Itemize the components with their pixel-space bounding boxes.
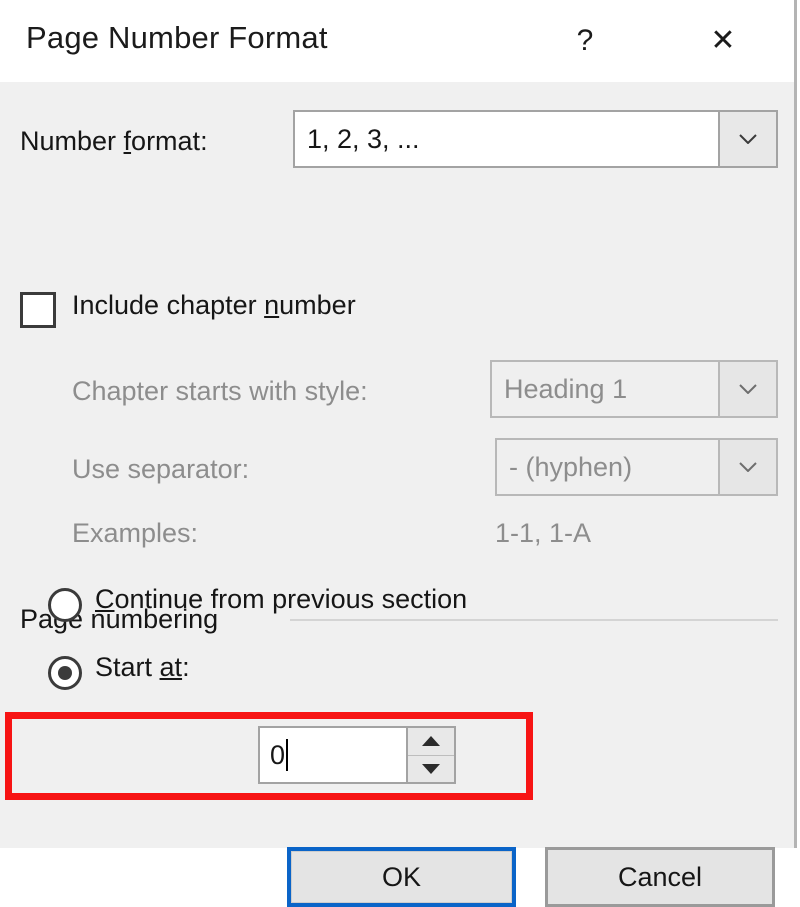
- start-at-radio[interactable]: [48, 656, 82, 690]
- continue-from-previous-section-radio[interactable]: [48, 588, 82, 622]
- chapter-starts-with-style-combobox[interactable]: Heading 1: [490, 360, 778, 418]
- start-at-input[interactable]: 0: [260, 728, 406, 782]
- number-format-combobox[interactable]: 1, 2, 3, ...: [293, 110, 778, 168]
- number-format-value: 1, 2, 3, ...: [307, 123, 420, 154]
- text-caret: [286, 739, 289, 771]
- ok-button[interactable]: OK: [287, 847, 516, 907]
- close-icon[interactable]: ✕: [700, 18, 746, 64]
- spinner-up-button[interactable]: [408, 728, 454, 756]
- number-format-label: Number format:: [20, 126, 208, 156]
- chapter-starts-with-style-label-text: Chapter starts with style:: [72, 376, 368, 406]
- use-separator-dropdown-button[interactable]: [718, 440, 776, 494]
- use-separator-label: Use separator:: [72, 454, 250, 484]
- use-separator-value: - (hyphen): [509, 451, 633, 482]
- number-format-dropdown-button[interactable]: [718, 112, 776, 166]
- spinner-down-button[interactable]: [408, 755, 454, 782]
- triangle-up-icon: [422, 736, 440, 747]
- continue-from-previous-section-label: Continue from previous section: [95, 584, 468, 614]
- chevron-down-icon: [739, 462, 757, 472]
- examples-label: Examples:: [72, 518, 199, 548]
- start-at-input-value: 0: [270, 739, 286, 770]
- dialog-titlebar: Page Number Format ? ✕: [0, 0, 794, 82]
- spinner-buttons: [406, 728, 454, 782]
- cancel-button[interactable]: Cancel: [545, 847, 775, 907]
- examples-value: 1-1, 1-A: [495, 518, 592, 548]
- start-at-label: Start at:: [95, 652, 190, 682]
- triangle-down-icon: [422, 763, 440, 774]
- chevron-down-icon: [739, 384, 757, 394]
- start-at-spinner[interactable]: 0: [258, 726, 456, 784]
- use-separator-combobox[interactable]: - (hyphen): [495, 438, 778, 496]
- ok-button-label: OK: [381, 861, 421, 892]
- chevron-down-icon: [739, 134, 757, 144]
- chapter-style-dropdown-button[interactable]: [718, 362, 776, 416]
- include-chapter-number-label: Include chapter number: [72, 290, 356, 320]
- chapter-starts-with-style-value: Heading 1: [504, 373, 628, 404]
- include-chapter-number-checkbox[interactable]: [20, 292, 56, 328]
- group-separator: [290, 619, 778, 621]
- cancel-button-label: Cancel: [617, 861, 703, 892]
- ok-button-inner: OK: [291, 851, 512, 903]
- help-icon[interactable]: ?: [562, 18, 608, 64]
- dialog-body: Number format: 1, 2, 3, ... Include chap…: [0, 82, 794, 907]
- dialog-title: Page Number Format: [26, 20, 328, 55]
- page-number-format-dialog: Page Number Format ? ✕ Number format: 1,…: [0, 0, 797, 907]
- radio-selected-dot: [58, 666, 72, 680]
